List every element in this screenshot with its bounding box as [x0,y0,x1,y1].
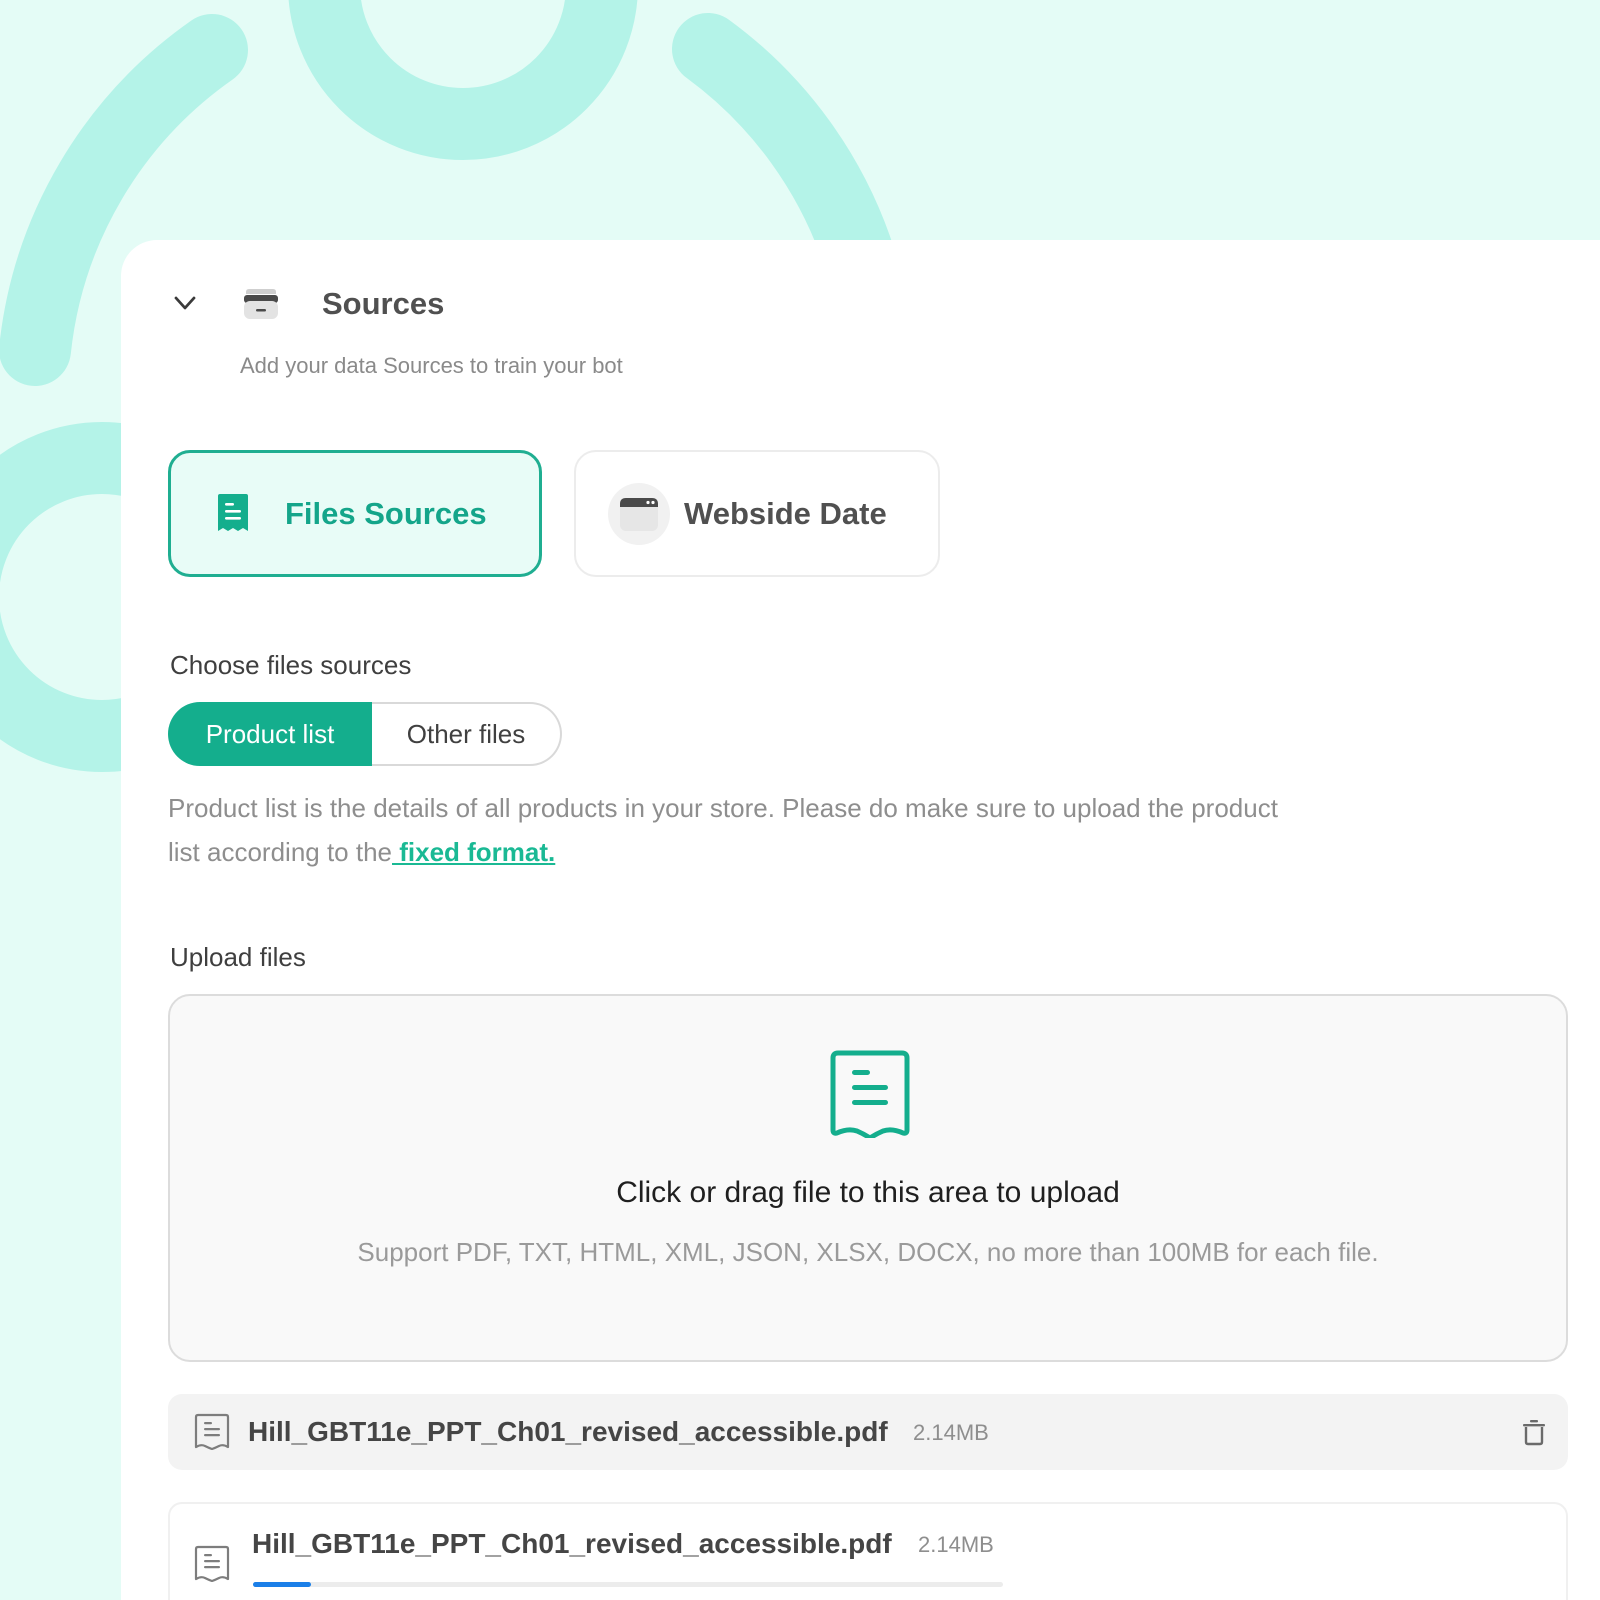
file-name: Hill_GBT11e_PPT_Ch01_revised_accessible.… [252,1528,892,1559]
document-icon [194,1545,230,1582]
browser-window-icon [620,497,658,531]
document-icon [194,1413,230,1450]
upload-progress-bar [253,1582,1003,1587]
tab-website-date-label: Webside Date [684,495,887,531]
trash-icon[interactable] [1521,1418,1547,1446]
tab-files-sources-label: Files Sources [285,495,487,531]
file-list-item: Hill_GBT11e_PPT_Ch01_revised_accessible.… [168,1394,1568,1470]
browser-icon-badge [608,482,670,545]
chevron-down-icon[interactable] [172,290,198,316]
file-source-segmented-control: Product list Other files [168,702,562,766]
choose-files-label: Choose files sources [170,650,412,680]
file-name: Hill_GBT11e_PPT_Ch01_revised_accessible.… [248,1416,888,1447]
fixed-format-link[interactable]: fixed format. [392,837,555,867]
file-size: 2.14MB [913,1420,989,1445]
segment-other-files[interactable]: Other files [372,702,562,766]
upload-files-label: Upload files [170,942,306,972]
tab-files-sources[interactable]: Files Sources [168,450,542,577]
product-list-description: Product list is the details of all produ… [168,786,1298,874]
tab-website-date[interactable]: Webside Date [574,450,940,577]
segment-product-list[interactable]: Product list [168,702,372,766]
file-list-item-uploading: Hill_GBT11e_PPT_Ch01_revised_accessible.… [168,1502,1568,1600]
file-size: 2.14MB [918,1532,994,1557]
description-text: Product list is the details of all produ… [168,793,1278,867]
upload-dropzone[interactable]: Click or drag file to this area to uploa… [168,994,1568,1362]
section-subtitle: Add your data Sources to train your bot [240,353,623,378]
document-upload-icon [830,1050,910,1138]
upload-progress-fill [253,1582,311,1587]
inbox-tray-icon [244,289,278,319]
section-title: Sources [322,286,445,321]
file-text-icon [218,493,248,531]
upload-hint: Support PDF, TXT, HTML, XML, JSON, XLSX,… [357,1237,1379,1267]
upload-title: Click or drag file to this area to uploa… [616,1176,1120,1209]
